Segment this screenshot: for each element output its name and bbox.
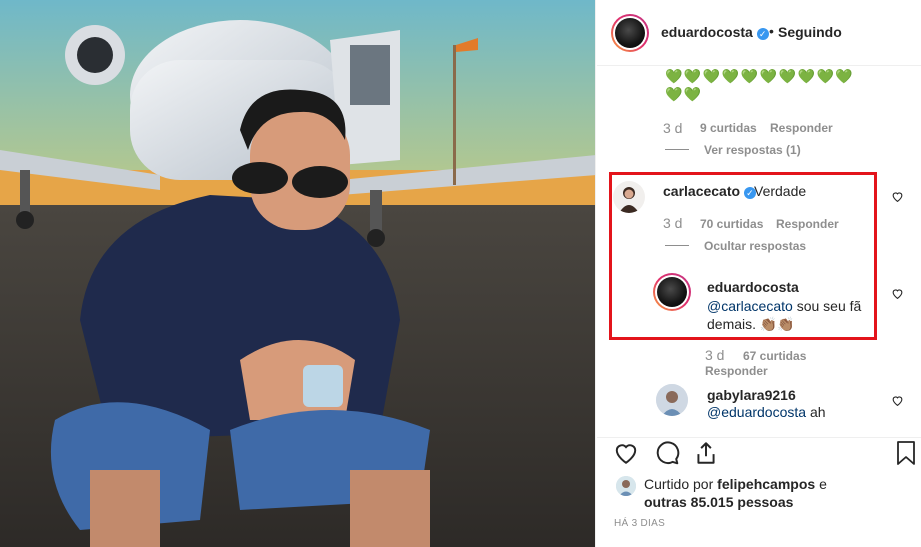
comment-meta: 3 d — [663, 120, 682, 136]
verified-icon: ✓ — [756, 28, 769, 40]
gaby-avatar[interactable] — [656, 384, 688, 416]
share-icon[interactable] — [693, 440, 719, 466]
header-separator: • — [769, 23, 774, 39]
post-header: eduardocosta ✓ • Seguindo — [597, 0, 921, 66]
reply-likes[interactable]: 67 curtidas — [743, 349, 806, 363]
comment-like-icon[interactable] — [891, 287, 904, 300]
heart-icon[interactable] — [613, 440, 639, 466]
view-replies-button[interactable]: Ver respostas (1) — [704, 143, 801, 157]
comment-username[interactable]: gabylara9216 — [707, 387, 796, 403]
comment-like-icon[interactable] — [891, 190, 904, 203]
comment-icon[interactable] — [654, 440, 680, 466]
bookmark-icon[interactable] — [894, 440, 918, 466]
comment-text: @eduardocosta ah — [707, 404, 826, 420]
liked-by-text: Curtido por felipehcampos e outras 85.01… — [644, 476, 827, 510]
mention-link[interactable]: @eduardocosta — [707, 404, 806, 420]
actions-divider — [597, 437, 921, 438]
liked-by-avatar[interactable] — [616, 476, 636, 496]
reply-reply-button[interactable]: Responder — [705, 364, 768, 378]
comment-like-icon[interactable] — [891, 394, 904, 407]
comment-time: 3 d — [663, 120, 683, 136]
replies-line — [665, 149, 689, 150]
reply-time: 3 d — [705, 347, 725, 363]
comment-likes[interactable]: 9 curtidas — [700, 121, 757, 135]
header-username[interactable]: eduardocosta ✓ — [661, 24, 769, 40]
hearts-row-2: 💚💚 — [665, 86, 703, 102]
liked-by-others[interactable]: outras 85.015 pessoas — [644, 494, 793, 510]
following-button[interactable]: Seguindo — [778, 24, 842, 40]
post-date[interactable]: HÁ 3 DIAS — [614, 518, 665, 529]
hearts-row-1: 💚💚💚💚💚💚💚💚💚💚 — [665, 68, 855, 84]
header-avatar[interactable] — [611, 14, 649, 52]
liked-by-user[interactable]: felipehcampos — [717, 476, 815, 492]
highlight-box — [609, 172, 877, 340]
reply-button[interactable]: Responder — [770, 121, 833, 135]
post-photo — [0, 0, 596, 547]
